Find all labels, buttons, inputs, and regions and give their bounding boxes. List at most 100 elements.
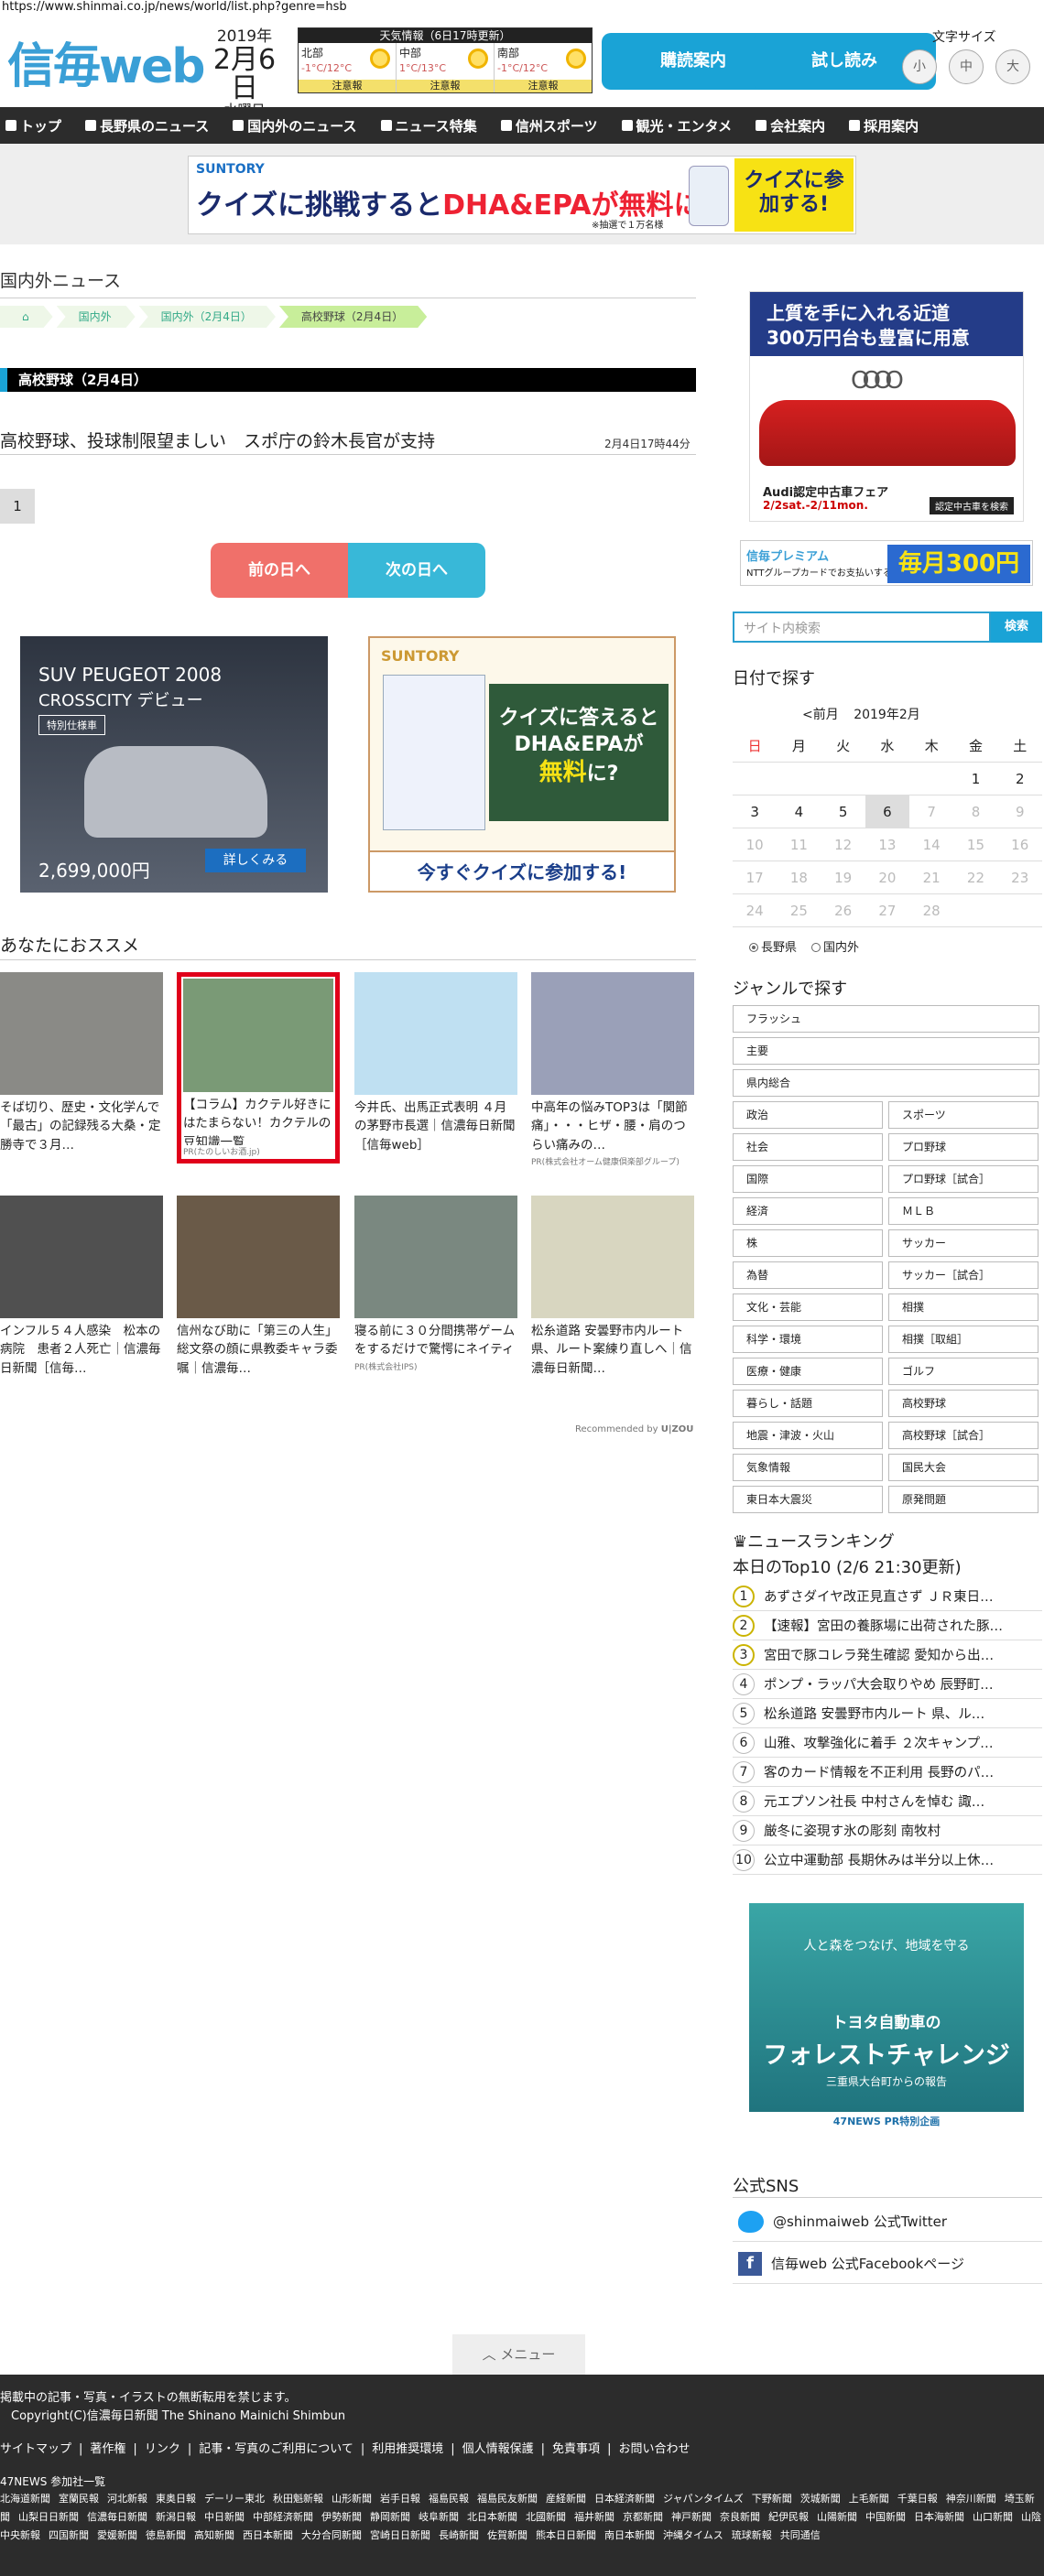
- paper-link[interactable]: 紀伊民報: [768, 2511, 809, 2523]
- paper-link[interactable]: 北國新聞: [526, 2511, 566, 2523]
- next-day-button[interactable]: 次の日へ: [348, 543, 485, 598]
- paper-link[interactable]: 新潟日報: [156, 2511, 196, 2523]
- menu-toggle[interactable]: ︿ メニュー: [452, 2334, 585, 2375]
- paper-link[interactable]: 高知新聞: [194, 2529, 234, 2541]
- genre-button[interactable]: サッカー: [888, 1229, 1039, 1257]
- genre-button[interactable]: ＭＬＢ: [888, 1197, 1039, 1225]
- recommend-card[interactable]: 今井氏、出馬正式表明 ４月の茅野市長選｜信濃毎日新聞［信毎web］: [354, 972, 517, 1155]
- genre-button[interactable]: 社会: [733, 1133, 883, 1161]
- recommend-card[interactable]: 松糸道路 安曇野市内ルート 県、ルート案練り直しへ｜信濃毎日新聞…: [531, 1196, 694, 1379]
- genre-button[interactable]: フラッシュ: [733, 1005, 1039, 1033]
- genre-button[interactable]: 気象情報: [733, 1454, 883, 1481]
- ranking-item[interactable]: 2 【速報】宮田の養豚場に出荷された豚…: [733, 1611, 1042, 1640]
- footer-link[interactable]: 記事・写真のご利用について: [199, 2442, 353, 2456]
- genre-button[interactable]: ゴルフ: [888, 1358, 1039, 1385]
- paper-link[interactable]: デーリー東北: [204, 2493, 265, 2505]
- ranking-item[interactable]: 10 公立中運動部 長期休みは半分以上休…: [733, 1845, 1042, 1875]
- paper-link[interactable]: 福井新聞: [574, 2511, 614, 2523]
- toyota-forest-ad[interactable]: 人と森をつなげ、地域を守る トヨタ自動車の フォレストチャレンジ 三重県大台町か…: [749, 1903, 1024, 2132]
- genre-button[interactable]: 国民大会: [888, 1454, 1039, 1481]
- genre-button[interactable]: 政治: [733, 1101, 883, 1129]
- calendar-day[interactable]: 1: [953, 763, 997, 795]
- nav-item-world[interactable]: 国内外のニュース: [233, 116, 357, 135]
- nav-item-tourism[interactable]: 観光・エンタメ: [621, 116, 732, 135]
- recommend-card[interactable]: インフル５４人感染 松本の病院 患者２人死亡｜信濃毎日新聞［信毎…: [0, 1196, 163, 1379]
- paper-link[interactable]: 山口新聞: [973, 2511, 1013, 2523]
- paper-link[interactable]: 徳島新聞: [146, 2529, 186, 2541]
- nav-item-company[interactable]: 会社案内: [756, 116, 825, 135]
- genre-button[interactable]: 国際: [733, 1165, 883, 1193]
- font-size-large-button[interactable]: 大: [995, 49, 1030, 84]
- genre-button[interactable]: 県内総合: [733, 1069, 1039, 1097]
- top-ad-banner[interactable]: SUNTORY クイズに挑戦するとDHA&EPAが無料に? ※抽選で１万名様 ク…: [188, 156, 856, 234]
- search-button[interactable]: 検索: [991, 612, 1042, 643]
- ranking-item[interactable]: 4 ポンプ・ラッパ大会取りやめ 辰野町…: [733, 1670, 1042, 1699]
- paper-link[interactable]: 神戸新聞: [671, 2511, 712, 2523]
- calendar-day[interactable]: 3: [733, 796, 777, 828]
- footer-link[interactable]: 著作権: [90, 2442, 125, 2456]
- calendar-day[interactable]: 6: [865, 796, 910, 828]
- paper-link[interactable]: 静岡新聞: [370, 2511, 410, 2523]
- site-logo[interactable]: 信毎web: [7, 27, 206, 96]
- genre-button[interactable]: 東日本大震災: [733, 1486, 883, 1513]
- article-link[interactable]: 高校野球、投球制限望ましい スポ庁の鈴木長官が支持: [0, 428, 435, 452]
- genre-button[interactable]: 相撲［取組］: [888, 1326, 1039, 1353]
- nav-item-top[interactable]: トップ: [5, 116, 61, 135]
- genre-button[interactable]: 文化・芸能: [733, 1293, 883, 1321]
- paper-link[interactable]: 日本海新聞: [914, 2511, 964, 2523]
- footer-link[interactable]: 免責事項: [552, 2442, 600, 2456]
- breadcrumb-item[interactable]: 国内外: [57, 306, 136, 328]
- paper-link[interactable]: 琉球新報: [732, 2529, 772, 2541]
- ranking-item[interactable]: 5 松糸道路 安曇野市内ルート 県、ル…: [733, 1699, 1042, 1728]
- ranking-item[interactable]: 7 客のカード情報を不正利用 長野のパ…: [733, 1758, 1042, 1787]
- paper-link[interactable]: 愛媛新聞: [97, 2529, 137, 2541]
- audi-ad[interactable]: 上質を手に入れる近道 300万円台も豊富に用意 OOOO Audi認定中古車フェ…: [749, 291, 1024, 522]
- ranking-item[interactable]: 8 元エプソン社長 中村さんを悼む 諏…: [733, 1787, 1042, 1816]
- prev-month-link[interactable]: <前月: [802, 708, 839, 722]
- premium-ad[interactable]: 信毎プレミアム NTTグループカードでお支払いすると 毎月300円: [740, 540, 1033, 586]
- font-size-small-button[interactable]: 小: [902, 49, 937, 84]
- radio-world[interactable]: 国内外: [811, 937, 859, 955]
- genre-button[interactable]: 原発問題: [888, 1486, 1039, 1513]
- paper-link[interactable]: 中部経済新聞: [253, 2511, 313, 2523]
- paper-link[interactable]: 岐阜新聞: [419, 2511, 459, 2523]
- ranking-item[interactable]: 3 宮田で豚コレラ発生確認 愛知から出…: [733, 1640, 1042, 1670]
- footer-link[interactable]: 利用推奨環境: [372, 2442, 443, 2456]
- paper-link[interactable]: 福島民報: [429, 2493, 469, 2505]
- paper-link[interactable]: 産経新聞: [546, 2493, 586, 2505]
- paper-link[interactable]: 下野新聞: [752, 2493, 792, 2505]
- breadcrumb-item[interactable]: 国内外（2月4日）: [139, 306, 276, 328]
- suntory-quiz-ad[interactable]: SUNTORY クイズに答えると DHA&EPAが 無料に? 今すぐクイズに参加…: [368, 636, 676, 893]
- genre-button[interactable]: 科学・環境: [733, 1326, 883, 1353]
- paper-link[interactable]: 熊本日日新聞: [536, 2529, 596, 2541]
- genre-button[interactable]: 為替: [733, 1261, 883, 1289]
- paper-link[interactable]: 沖縄タイムス: [663, 2529, 723, 2541]
- font-size-medium-button[interactable]: 中: [949, 49, 984, 84]
- paper-link[interactable]: 千葉日報: [897, 2493, 938, 2505]
- calendar-day[interactable]: 5: [821, 796, 865, 828]
- genre-button[interactable]: 主要: [733, 1037, 1039, 1065]
- footer-link[interactable]: 個人情報保護: [462, 2442, 534, 2456]
- paper-link[interactable]: 共同通信: [780, 2529, 821, 2541]
- paper-link[interactable]: 日本経済新聞: [594, 2493, 655, 2505]
- ranking-item[interactable]: 9 厳冬に姿現す氷の彫刻 南牧村: [733, 1816, 1042, 1845]
- paper-link[interactable]: 中日新聞: [204, 2511, 245, 2523]
- recommend-card[interactable]: そば切り、歴史・文化学んで 「最古」の記録残る大桑・定勝寺で３月…: [0, 972, 163, 1155]
- paper-link[interactable]: 伊勢新聞: [321, 2511, 362, 2523]
- breadcrumb-home[interactable]: ⌂: [0, 306, 53, 328]
- nav-item-nagano[interactable]: 長野県のニュース: [85, 116, 209, 135]
- genre-button[interactable]: プロ野球［試合］: [888, 1165, 1039, 1193]
- facebook-link[interactable]: f 信毎web 公式Facebookページ: [733, 2244, 1042, 2284]
- ranking-item[interactable]: 6 山雅、攻撃強化に着手 ２次キャンプ…: [733, 1728, 1042, 1758]
- paper-link[interactable]: 四国新聞: [49, 2529, 89, 2541]
- nav-item-sports[interactable]: 信州スポーツ: [500, 116, 598, 135]
- paper-link[interactable]: 南日本新聞: [604, 2529, 655, 2541]
- weather-widget[interactable]: 天気情報（6日17時更新） 北部 -1°C/12°C 注意報 中部 1°C/13…: [298, 27, 593, 93]
- paper-link[interactable]: 長崎新聞: [439, 2529, 479, 2541]
- radio-nagano[interactable]: 長野県: [749, 937, 797, 955]
- ranking-item[interactable]: 1 あずさダイヤ改正見直さず ＪＲ東日…: [733, 1582, 1042, 1611]
- paper-link[interactable]: 奈良新聞: [720, 2511, 760, 2523]
- ad-search-button[interactable]: 認定中古車を検索: [930, 497, 1014, 514]
- genre-button[interactable]: 相撲: [888, 1293, 1039, 1321]
- peugeot-ad[interactable]: SUV PEUGEOT 2008 CROSSCITY デビュー 特別仕様車 2,…: [20, 636, 328, 893]
